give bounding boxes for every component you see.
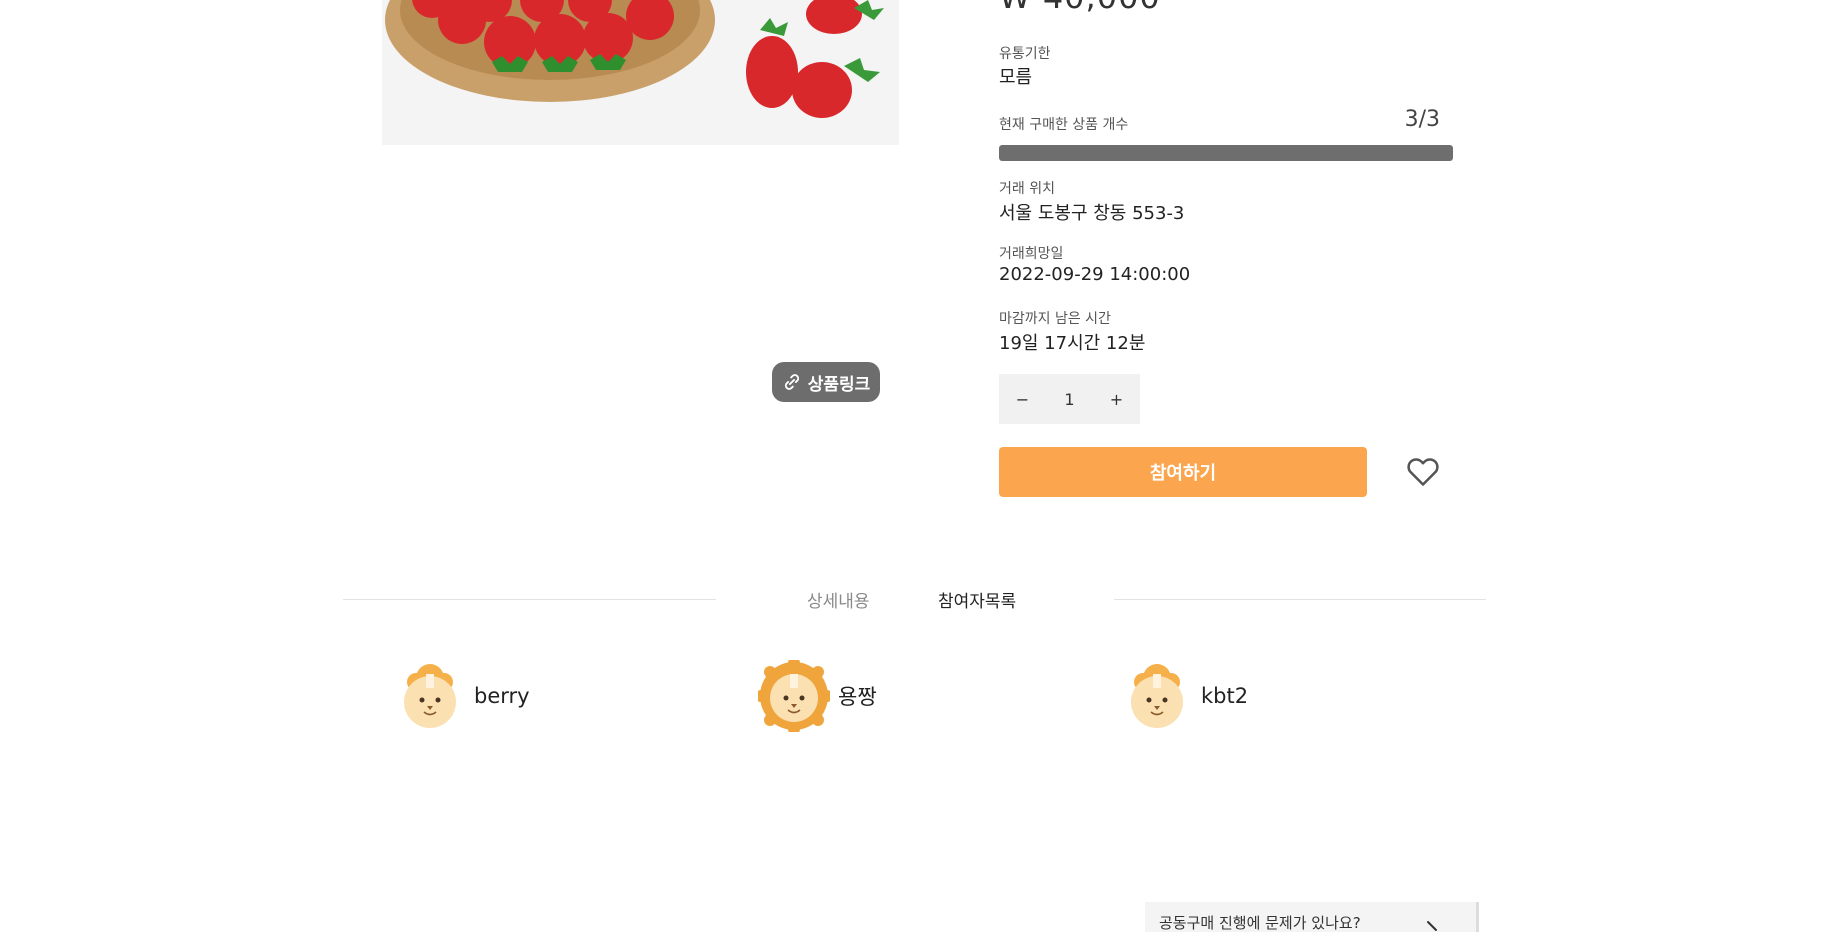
tab-divider-right [1114, 599, 1486, 600]
participant-name: kbt2 [1201, 684, 1249, 708]
quantity-value: 1 [1064, 389, 1075, 409]
participant-name: berry [474, 684, 530, 708]
participant-name: 용짱 [838, 685, 877, 709]
product-image [382, 0, 899, 145]
trade-date-label: 거래희망일 [999, 246, 1064, 262]
lion-icon [758, 660, 830, 732]
quantity-stepper: − 1 + [999, 374, 1140, 424]
decrease-button[interactable]: − [999, 390, 1046, 409]
purchase-count-label: 현재 구매한 상품 개수 [999, 117, 1129, 133]
remaining-time-value: 19일 17시간 12분 [999, 333, 1146, 354]
heart-icon[interactable] [1404, 452, 1442, 490]
report-issue-text: 공동구매 진행에 문제가 있나요? [1159, 913, 1361, 932]
purchase-progress-fill [999, 145, 1453, 161]
increase-button[interactable]: + [1093, 390, 1140, 409]
chevron-right-icon [1427, 921, 1437, 931]
product-link-button[interactable]: 상품링크 [772, 362, 880, 402]
tab-participants[interactable]: 참여자목록 [938, 587, 1016, 612]
tab-divider-left [343, 599, 716, 600]
report-issue-button[interactable]: 공동구매 진행에 문제가 있나요? [1145, 902, 1479, 932]
location-value: 서울 도봉구 창동 553-3 [999, 203, 1185, 224]
strawberry-photo [382, 0, 899, 145]
expiry-value: 모름 [999, 67, 1033, 88]
product-link-label: 상품링크 [807, 374, 871, 395]
purchase-progress-bar [999, 145, 1453, 161]
remaining-time-label: 마감까지 남은 시간 [999, 311, 1111, 327]
link-icon [784, 374, 799, 390]
lion-icon [1131, 664, 1183, 728]
tab-details[interactable]: 상세내용 [807, 587, 870, 612]
trade-date-value: 2022-09-29 14:00:00 [999, 264, 1191, 285]
join-button[interactable]: 참여하기 [999, 447, 1367, 497]
lion-icon [404, 664, 456, 728]
expiry-label: 유통기한 [999, 46, 1051, 62]
purchase-count-value: 3/3 [1404, 107, 1440, 132]
participant-item: kbt2 [1121, 660, 1248, 732]
participant-item: 용짱 [758, 660, 877, 732]
participant-item: berry [394, 660, 530, 732]
price: ₩ 40,000 [999, 0, 1161, 16]
location-label: 거래 위치 [999, 181, 1055, 197]
